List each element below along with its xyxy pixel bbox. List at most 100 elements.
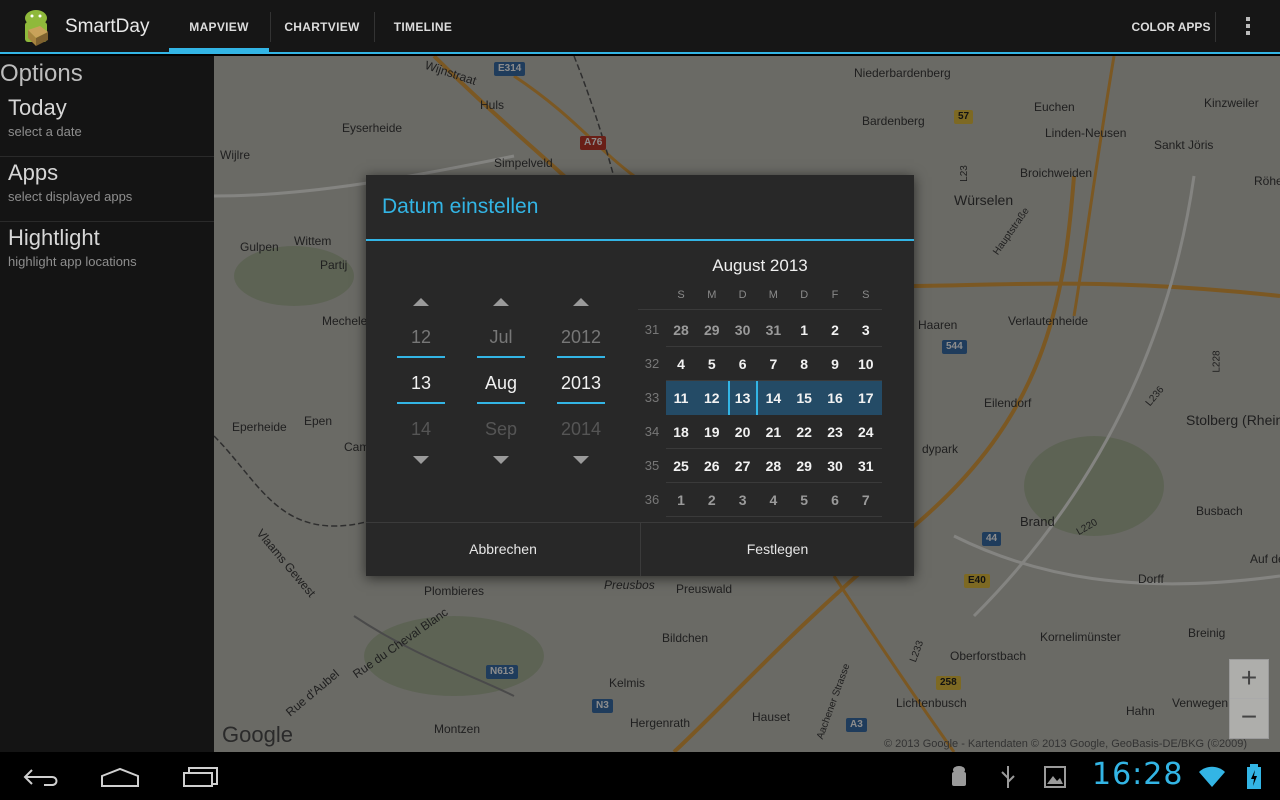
calendar-week-row: 35 25 26 27 28 29 30 31 bbox=[638, 449, 882, 483]
calendar-day[interactable]: 7 bbox=[758, 347, 788, 381]
spinner-prev-value[interactable]: Jul bbox=[471, 327, 531, 348]
calendar-day[interactable]: 28 bbox=[666, 313, 696, 347]
calendar-day[interactable]: 18 bbox=[666, 415, 696, 449]
back-icon[interactable] bbox=[22, 766, 60, 788]
calendar-day[interactable]: 3 bbox=[728, 483, 758, 517]
calendar-day[interactable]: 30 bbox=[728, 313, 758, 347]
calendar-day[interactable]: 10 bbox=[851, 347, 881, 381]
usb-icon bbox=[1001, 766, 1015, 788]
spinner-current-value[interactable]: Aug bbox=[471, 373, 531, 394]
spinner-prev-value[interactable]: 12 bbox=[391, 327, 451, 348]
home-icon[interactable] bbox=[100, 766, 140, 788]
sidebar-item-today[interactable]: Today select a date bbox=[0, 92, 214, 157]
decrement-arrow-icon[interactable] bbox=[413, 456, 429, 464]
set-button[interactable]: Festlegen bbox=[641, 523, 914, 576]
tab-mapview[interactable]: MAPVIEW bbox=[169, 0, 269, 54]
calendar-day[interactable]: 3 bbox=[851, 313, 881, 347]
spinner-next-value[interactable]: Sep bbox=[471, 419, 531, 440]
weekday-header: S bbox=[677, 289, 685, 301]
spinner-next-value[interactable]: 14 bbox=[391, 419, 451, 440]
day-spinner[interactable]: 12 13 14 bbox=[391, 293, 451, 464]
increment-arrow-icon[interactable] bbox=[493, 298, 509, 306]
spinner-prev-value[interactable]: 2012 bbox=[551, 327, 611, 348]
calendar-day[interactable]: 5 bbox=[789, 483, 819, 517]
spinner-divider bbox=[557, 356, 605, 358]
gallery-icon bbox=[1044, 766, 1066, 788]
spinner-next-value[interactable]: 2014 bbox=[551, 419, 611, 440]
calendar-day[interactable]: 11 bbox=[666, 381, 696, 415]
overflow-menu-icon[interactable] bbox=[1236, 14, 1260, 40]
calendar-day[interactable]: 28 bbox=[758, 449, 788, 483]
year-spinner[interactable]: 2012 2013 2014 bbox=[551, 293, 611, 464]
sidebar-item-title: Apps bbox=[8, 160, 59, 185]
increment-arrow-icon[interactable] bbox=[413, 298, 429, 306]
date-picker-dialog: Datum einstellen 12 13 14 Jul Aug Sep 20… bbox=[366, 175, 914, 576]
calendar-day[interactable]: 19 bbox=[697, 415, 727, 449]
calendar-day[interactable]: 27 bbox=[728, 449, 758, 483]
calendar-day[interactable]: 5 bbox=[697, 347, 727, 381]
calendar-day[interactable]: 17 bbox=[851, 381, 881, 415]
status-clock: 16:28 bbox=[1092, 757, 1184, 792]
calendar-day[interactable]: 6 bbox=[728, 347, 758, 381]
zoom-controls: + − bbox=[1229, 659, 1269, 739]
calendar-day[interactable]: 6 bbox=[820, 483, 850, 517]
action-bar: SmartDay MAPVIEW CHARTVIEW TIMELINE COLO… bbox=[0, 0, 1280, 54]
sidebar-item-apps[interactable]: Apps select displayed apps bbox=[0, 157, 214, 222]
recent-apps-icon[interactable] bbox=[182, 766, 220, 788]
calendar-day[interactable]: 4 bbox=[758, 483, 788, 517]
zoom-in-button[interactable]: + bbox=[1230, 660, 1268, 699]
decrement-arrow-icon[interactable] bbox=[493, 456, 509, 464]
weekday-header: S bbox=[862, 289, 870, 301]
calendar-day[interactable]: 20 bbox=[728, 415, 758, 449]
calendar-day[interactable]: 31 bbox=[851, 449, 881, 483]
month-spinner[interactable]: Jul Aug Sep bbox=[471, 293, 531, 464]
calendar-day[interactable]: 24 bbox=[851, 415, 881, 449]
calendar-day[interactable]: 25 bbox=[666, 449, 696, 483]
options-sidebar: Options Today select a date Apps select … bbox=[0, 56, 214, 752]
spinner-divider bbox=[397, 402, 445, 404]
dialog-button-bar: Abbrechen Festlegen bbox=[366, 522, 914, 576]
calendar-day[interactable]: 31 bbox=[758, 313, 788, 347]
calendar-day[interactable]: 13 bbox=[727, 381, 758, 415]
calendar-day[interactable]: 22 bbox=[789, 415, 819, 449]
calendar-day[interactable]: 29 bbox=[789, 449, 819, 483]
calendar-day[interactable]: 12 bbox=[697, 381, 727, 415]
android-debug-icon bbox=[952, 766, 966, 786]
calendar-day[interactable]: 29 bbox=[697, 313, 727, 347]
calendar-day[interactable]: 1 bbox=[789, 313, 819, 347]
calendar-day[interactable]: 21 bbox=[758, 415, 788, 449]
spinner-current-value[interactable]: 2013 bbox=[551, 373, 611, 394]
android-app-icon[interactable] bbox=[18, 8, 54, 48]
tab-timeline[interactable]: TIMELINE bbox=[375, 0, 471, 52]
decrement-arrow-icon[interactable] bbox=[573, 456, 589, 464]
calendar-day[interactable]: 26 bbox=[697, 449, 727, 483]
calendar-day[interactable]: 30 bbox=[820, 449, 850, 483]
app-title: SmartDay bbox=[65, 16, 150, 37]
calendar-day[interactable]: 1 bbox=[666, 483, 696, 517]
dialog-title-divider bbox=[366, 239, 914, 241]
calendar-day[interactable]: 16 bbox=[820, 381, 850, 415]
calendar-day[interactable]: 14 bbox=[758, 381, 788, 415]
calendar-day[interactable]: 4 bbox=[666, 347, 696, 381]
color-apps-button[interactable]: COLOR APPS bbox=[1128, 0, 1214, 52]
tab-chartview[interactable]: CHARTVIEW bbox=[271, 0, 373, 52]
spinner-current-value[interactable]: 13 bbox=[391, 373, 451, 394]
week-number: 32 bbox=[644, 356, 660, 371]
battery-icon bbox=[1247, 764, 1261, 789]
sidebar-item-highlight[interactable]: Hightlight highlight app locations bbox=[0, 222, 214, 287]
spinner-divider bbox=[557, 402, 605, 404]
increment-arrow-icon[interactable] bbox=[573, 298, 589, 306]
calendar-day[interactable]: 7 bbox=[851, 483, 881, 517]
calendar-day[interactable]: 9 bbox=[820, 347, 850, 381]
spinner-divider bbox=[397, 356, 445, 358]
zoom-out-button[interactable]: − bbox=[1230, 699, 1268, 738]
calendar-day[interactable]: 2 bbox=[820, 313, 850, 347]
cancel-button[interactable]: Abbrechen bbox=[366, 523, 640, 576]
action-separator bbox=[1215, 12, 1216, 42]
calendar-week-row: 32 4 5 6 7 8 9 10 bbox=[638, 347, 882, 381]
calendar-day[interactable]: 8 bbox=[789, 347, 819, 381]
calendar-day[interactable]: 23 bbox=[820, 415, 850, 449]
calendar-day[interactable]: 2 bbox=[697, 483, 727, 517]
calendar-week-row: 31 28 29 30 31 1 2 3 bbox=[638, 313, 882, 347]
calendar-day[interactable]: 15 bbox=[789, 381, 819, 415]
